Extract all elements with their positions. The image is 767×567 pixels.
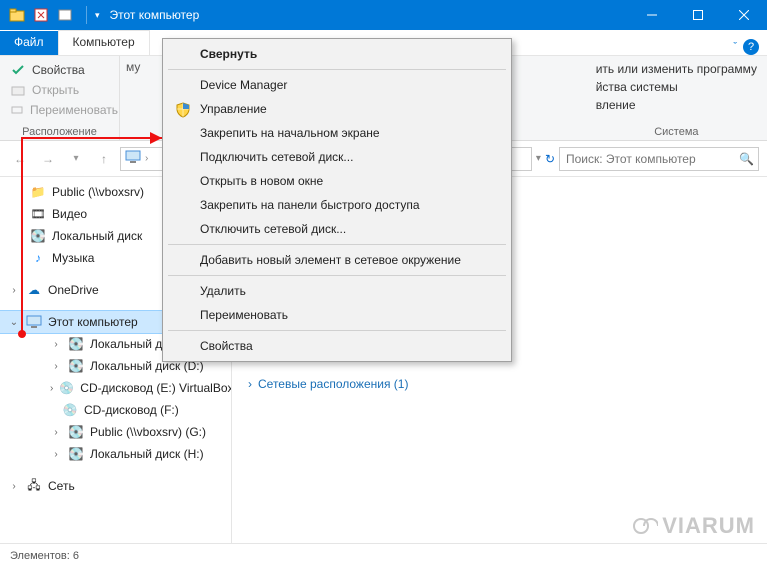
qat-dropdown-icon[interactable]: ▾ bbox=[91, 10, 104, 21]
context-menu: Свернуть Device Manager Управление Закре… bbox=[162, 38, 512, 362]
folder-open-icon bbox=[10, 82, 26, 98]
disk-icon: 💽 bbox=[68, 336, 84, 352]
ribbon-group-location: Расположение bbox=[6, 124, 113, 138]
address-dropdown-icon[interactable]: ▾ bbox=[536, 153, 541, 164]
window-title: Этот компьютер bbox=[104, 8, 629, 22]
nav-back-button[interactable]: ← bbox=[8, 147, 32, 171]
close-button[interactable] bbox=[721, 0, 767, 30]
status-item-count: Элементов: 6 bbox=[10, 550, 79, 562]
chevron-right-icon[interactable]: › bbox=[50, 449, 62, 460]
pc-icon bbox=[26, 314, 42, 330]
ribbon-frag-3[interactable]: вление bbox=[592, 96, 761, 114]
pc-icon bbox=[125, 150, 141, 167]
ctx-rename[interactable]: Переименовать bbox=[166, 303, 508, 327]
cd-icon: 💿 bbox=[59, 380, 74, 396]
search-box[interactable]: 🔍 bbox=[559, 147, 759, 171]
search-input[interactable] bbox=[564, 151, 739, 167]
chevron-right-icon[interactable]: › bbox=[50, 427, 62, 438]
cloud-icon: ☁ bbox=[26, 282, 42, 298]
cd-icon: 💿 bbox=[62, 402, 78, 418]
ctx-pin-start[interactable]: Закрепить на начальном экране bbox=[166, 121, 508, 145]
rename-icon bbox=[10, 102, 24, 118]
ctx-manage[interactable]: Управление bbox=[166, 97, 508, 121]
chevron-right-icon[interactable]: › bbox=[50, 383, 53, 394]
disk-icon: 💽 bbox=[68, 358, 84, 374]
ribbon-properties[interactable]: Свойства bbox=[6, 60, 113, 80]
ctx-device-manager[interactable]: Device Manager bbox=[166, 73, 508, 97]
network-drive-icon: 💽 bbox=[68, 424, 84, 440]
ribbon-mid-fragment: му bbox=[120, 56, 150, 140]
ctx-delete[interactable]: Удалить bbox=[166, 279, 508, 303]
tree-item-network[interactable]: ›🖧Сеть bbox=[0, 475, 231, 497]
nav-history-dropdown[interactable]: ▾ bbox=[64, 147, 88, 171]
refresh-icon[interactable]: ↻ bbox=[545, 152, 555, 166]
tree-item-cdF[interactable]: 💿CD-дисковод (F:) bbox=[0, 399, 231, 421]
music-icon: ♪ bbox=[30, 250, 46, 266]
tab-file[interactable]: Файл bbox=[0, 31, 58, 55]
tree-item-diskH[interactable]: ›💽Локальный диск (H:) bbox=[0, 443, 231, 465]
ribbon-open: Открыть bbox=[6, 80, 113, 100]
qat-newfolder-icon[interactable] bbox=[54, 4, 76, 26]
ctx-add-network-location[interactable]: Добавить новый элемент в сетевое окружен… bbox=[166, 248, 508, 272]
chevron-right-icon[interactable]: › bbox=[8, 481, 20, 492]
watermark: VIARUM bbox=[630, 513, 755, 539]
minimize-button[interactable] bbox=[629, 0, 675, 30]
maximize-button[interactable] bbox=[675, 0, 721, 30]
ctx-pin-quickaccess[interactable]: Закрепить на панели быстрого доступа bbox=[166, 193, 508, 217]
ribbon-frag-2[interactable]: йства системы bbox=[592, 78, 761, 96]
title-bar: ▾ Этот компьютер bbox=[0, 0, 767, 30]
shield-icon bbox=[174, 101, 192, 119]
checkmark-icon bbox=[10, 62, 26, 78]
status-bar: Элементов: 6 bbox=[0, 543, 767, 567]
nav-forward-button[interactable]: → bbox=[36, 147, 60, 171]
chevron-right-icon[interactable]: › bbox=[145, 153, 148, 164]
chevron-right-icon[interactable]: › bbox=[50, 339, 62, 350]
network-icon: 🖧 bbox=[26, 478, 42, 494]
ctx-disconnect-drive[interactable]: Отключить сетевой диск... bbox=[166, 217, 508, 241]
network-folder-icon: 📁 bbox=[30, 184, 46, 200]
disk-icon: 💽 bbox=[30, 228, 46, 244]
ribbon-group-system: Система bbox=[592, 124, 761, 138]
qat-properties-icon[interactable] bbox=[30, 4, 52, 26]
tab-computer[interactable]: Компьютер bbox=[58, 30, 150, 55]
ribbon-frag-1[interactable]: ить или изменить программу bbox=[592, 60, 761, 78]
tree-item-cdE[interactable]: ›💿CD-дисковод (E:) VirtualBox Gue bbox=[0, 377, 231, 399]
ribbon-collapse-icon[interactable]: ˇ bbox=[733, 41, 737, 53]
video-icon: 🎞 bbox=[30, 206, 46, 222]
ctx-properties[interactable]: Свойства bbox=[166, 334, 508, 358]
section-network-locations[interactable]: ›Сетевые расположения (1) bbox=[248, 377, 757, 391]
qat-explorer-icon[interactable] bbox=[6, 4, 28, 26]
chevron-right-icon[interactable]: › bbox=[248, 377, 252, 391]
chevron-right-icon[interactable]: › bbox=[50, 361, 62, 372]
ctx-map-drive[interactable]: Подключить сетевой диск... bbox=[166, 145, 508, 169]
chevron-right-icon[interactable]: › bbox=[8, 285, 20, 296]
disk-icon: 💽 bbox=[68, 446, 84, 462]
tree-item-publicG[interactable]: ›💽Public (\\vboxsrv) (G:) bbox=[0, 421, 231, 443]
help-icon[interactable]: ? bbox=[743, 39, 759, 55]
ctx-open-new-window[interactable]: Открыть в новом окне bbox=[166, 169, 508, 193]
ribbon-rename: Переименовать bbox=[6, 100, 113, 120]
nav-up-button[interactable]: ↑ bbox=[92, 147, 116, 171]
ctx-collapse[interactable]: Свернуть bbox=[166, 42, 508, 66]
search-icon[interactable]: 🔍 bbox=[739, 152, 754, 166]
chevron-down-icon[interactable]: ⌄ bbox=[8, 317, 20, 328]
